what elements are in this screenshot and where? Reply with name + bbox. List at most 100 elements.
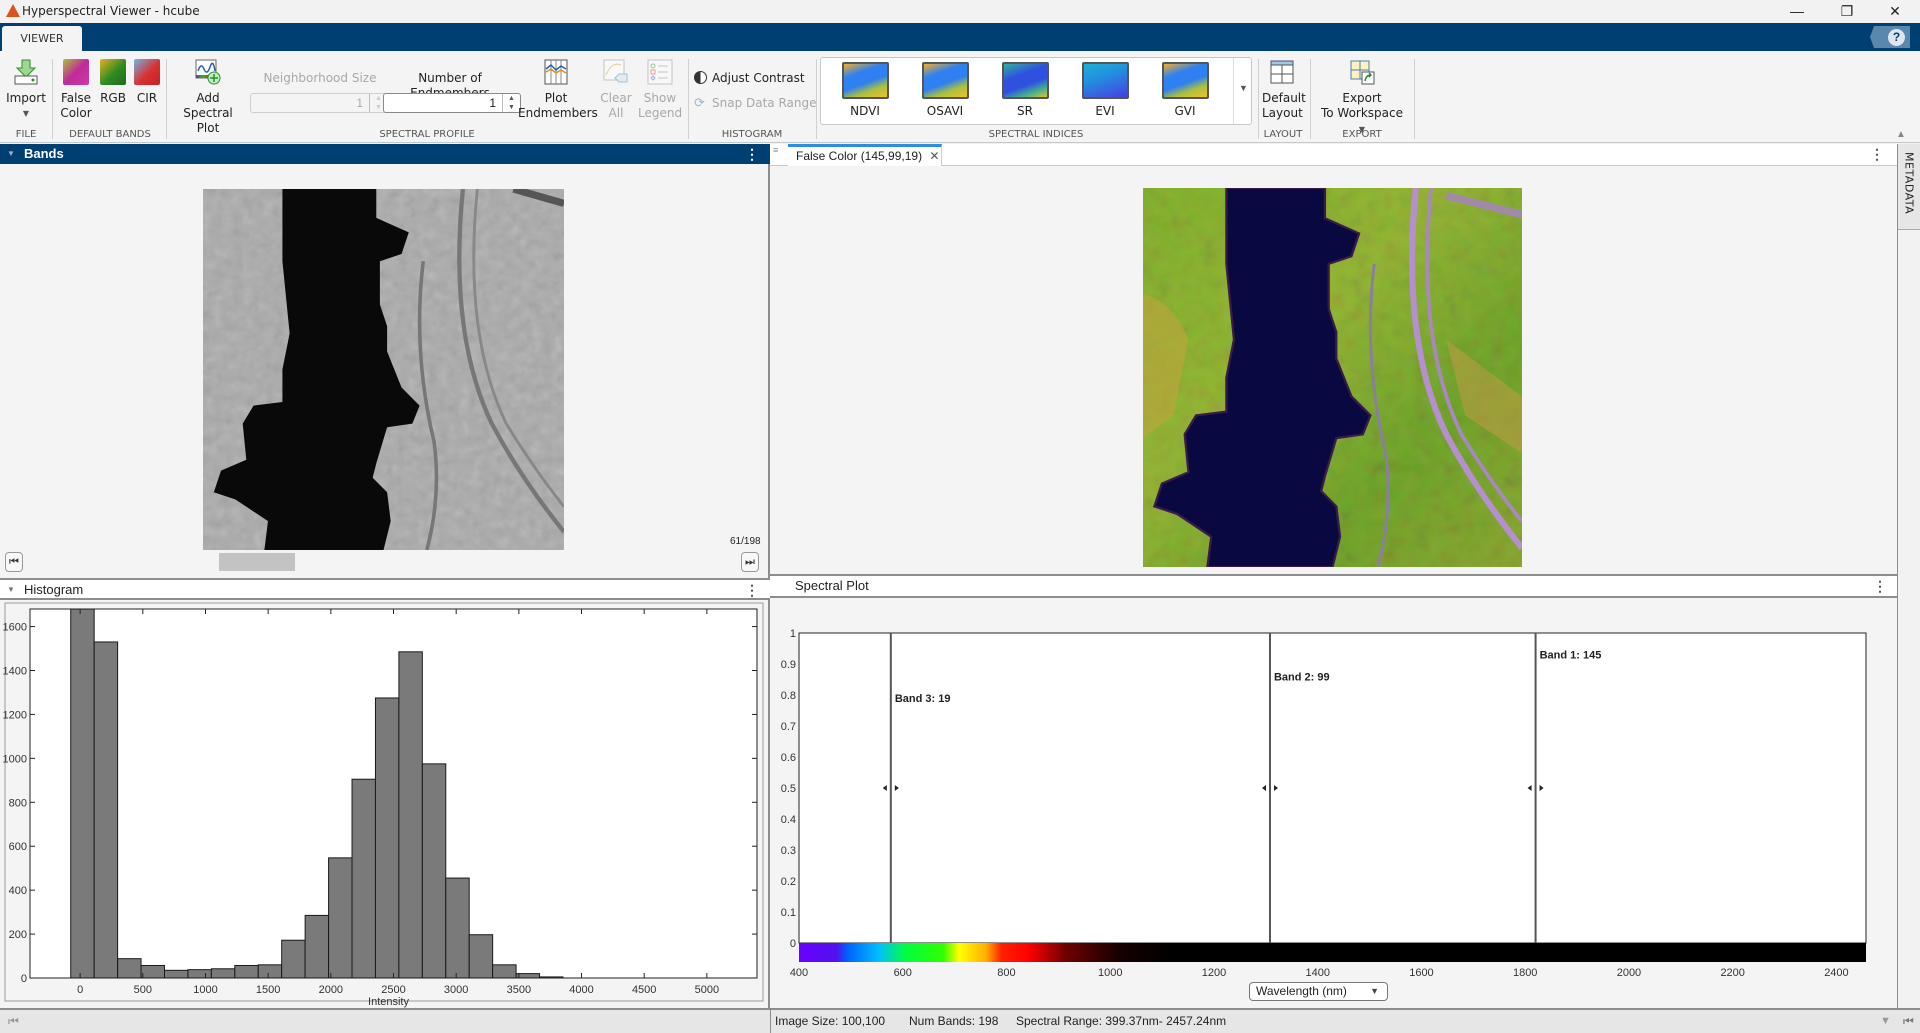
add-spectral-plot-label-1: Add Spectral (183, 91, 233, 120)
index-evi[interactable]: EVI (1065, 62, 1145, 118)
x-tick-label: 1500 (256, 984, 280, 996)
histogram-panel-title: Histogram (24, 582, 84, 597)
show-legend-button[interactable]: Show Legend (638, 59, 682, 121)
index-label: SR (1017, 104, 1033, 118)
plot-endmembers-icon (544, 59, 568, 85)
gvi-thumbnail-icon (1161, 62, 1209, 99)
collapse-ribbon-icon[interactable]: ▲ (1896, 129, 1906, 140)
y-tick-label: 0.5 (781, 783, 796, 795)
x-tick-label: 2400 (1824, 967, 1848, 979)
clear-all-button[interactable]: Clear All (598, 59, 634, 121)
panel-menu-icon[interactable]: ⋮ (1870, 144, 1884, 164)
histogram-bar (492, 964, 517, 979)
layout-icon (1270, 60, 1294, 84)
collapse-icon[interactable]: ▼ (7, 580, 15, 600)
panel-menu-icon[interactable]: ⋮ (745, 144, 759, 164)
number-of-endmembers-value[interactable]: 1 (489, 96, 496, 110)
collapse-bottom-icon[interactable]: ▼ (1880, 1010, 1891, 1032)
tab-viewer[interactable]: VIEWER (2, 26, 82, 51)
first-band-button[interactable]: ⏮ (5, 552, 23, 572)
adjust-contrast-label: Adjust Contrast (712, 71, 805, 85)
collapse-right-icon[interactable]: ⏮ (1903, 1010, 1914, 1032)
y-tick-label: 0.4 (781, 814, 796, 826)
x-tick-label: 5000 (695, 984, 719, 996)
x-tick-label: 3500 (507, 984, 531, 996)
band-marker-label: Band 2: 99 (1274, 671, 1330, 683)
collapse-icon[interactable]: ▼ (7, 144, 15, 164)
adjust-contrast-button[interactable]: Adjust Contrast (694, 71, 805, 89)
histogram-bar (210, 968, 236, 979)
snap-data-range-button[interactable]: ⟳ Snap Data Range (694, 96, 817, 114)
snap-data-range-label: Snap Data Range (712, 96, 817, 110)
histogram-chart[interactable]: 0 500 1000 1500 2000 2500 3000 3500 4000 4500 5000… (0, 600, 768, 1008)
osavi-thumbnail-icon (921, 62, 969, 99)
rgb-button[interactable]: RGB (98, 59, 128, 106)
x-tick-label: 1400 (1305, 967, 1329, 979)
index-sr[interactable]: SR (985, 62, 1065, 118)
false-color-button[interactable]: False Color (58, 59, 94, 121)
bands-panel: 61/198 ⏮ ⏭ (0, 164, 770, 578)
spectral-indices-gallery: NDVI OSAVI SR EVI GVI ▼ (820, 57, 1252, 125)
spectral-plot-title: Spectral Plot (795, 578, 869, 593)
show-legend-label-2: Legend (638, 106, 683, 120)
minimize-button[interactable]: — (1774, 0, 1820, 22)
false-color-panel (770, 166, 1897, 574)
x-tick-label: 0 (77, 984, 83, 996)
wavelength-color-bar (799, 943, 1866, 962)
band-image[interactable] (203, 189, 564, 550)
window-title: Hyperspectral Viewer - hcube (22, 4, 200, 18)
gallery-expand-button[interactable]: ▼ (1233, 58, 1253, 124)
restore-button[interactable]: ❐ (1824, 0, 1870, 22)
tab-metadata[interactable]: METADATA (1898, 144, 1920, 230)
x-tick-label: 1200 (1202, 967, 1226, 979)
x-tick-label: 400 (790, 967, 808, 979)
export-label-2: To Workspace (1320, 106, 1404, 120)
index-label: NDVI (850, 104, 880, 118)
group-label-file: FILE (15, 129, 37, 140)
bands-panel-title: Bands (24, 146, 64, 161)
x-tick-label: 600 (894, 967, 912, 979)
import-icon (14, 59, 38, 85)
help-button[interactable]: ? (1870, 26, 1910, 48)
y-tick-label: 1600 (3, 622, 27, 634)
close-button[interactable]: ✕ (1872, 0, 1918, 22)
histogram-bar (468, 934, 494, 979)
close-tab-icon[interactable]: ✕ (929, 149, 939, 163)
band-slider-thumb[interactable] (219, 553, 295, 571)
last-band-button[interactable]: ⏭ (741, 552, 759, 572)
x-tick-label: 2000 (1617, 967, 1641, 979)
x-tick-label: 2200 (1720, 967, 1744, 979)
index-ndvi[interactable]: NDVI (825, 62, 905, 118)
index-gvi[interactable]: GVI (1145, 62, 1225, 118)
false-color-image[interactable] (1143, 188, 1522, 567)
x-tick-label: 4000 (569, 984, 593, 996)
drag-handle-icon[interactable]: ≡ (773, 146, 783, 162)
export-to-workspace-button[interactable]: Export To Workspace ▼ (1316, 59, 1408, 137)
xaxis-unit-dropdown[interactable]: Wavelength (nm) ▼ (1249, 982, 1388, 1001)
panel-menu-icon[interactable]: ⋮ (1873, 576, 1887, 596)
x-tick-label: 2000 (319, 984, 343, 996)
plot-endmembers-button[interactable]: Plot Endmembers (518, 59, 598, 121)
histogram-bar (515, 973, 541, 979)
spectral-plot-chart[interactable]: 00.10.20.30.40.50.60.70.80.91400 600 800 10… (770, 598, 1897, 983)
import-button[interactable]: Import ▼ (6, 59, 46, 121)
help-icon: ? (1888, 29, 1905, 46)
default-layout-button[interactable]: Default Layout (1262, 59, 1306, 121)
import-label: Import (6, 91, 46, 105)
x-tick-label: 4500 (632, 984, 656, 996)
group-label-spectral-profile: SPECTRAL PROFILE (379, 129, 475, 140)
default-layout-label-1: Default (1262, 91, 1306, 105)
x-tick-label: 1000 (1098, 967, 1122, 979)
cir-button[interactable]: CIR (132, 59, 162, 106)
tab-false-color[interactable]: False Color (145,99,19) ✕ (788, 144, 942, 166)
y-tick-label: 0 (790, 938, 796, 950)
index-osavi[interactable]: OSAVI (905, 62, 985, 118)
add-spectral-plot-button[interactable]: Add Spectral Plot (172, 59, 244, 136)
collapse-left-icon[interactable]: ⏮ (8, 1010, 19, 1032)
histogram-bar (117, 958, 142, 979)
number-of-endmembers-spinner[interactable]: 1 ▲ ▼ (383, 93, 521, 113)
panel-menu-icon[interactable]: ⋮ (745, 580, 759, 600)
x-tick-label: 2500 (381, 984, 405, 996)
chevron-down-icon: ▼ (1370, 986, 1379, 996)
group-label-export: EXPORT (1342, 129, 1382, 140)
